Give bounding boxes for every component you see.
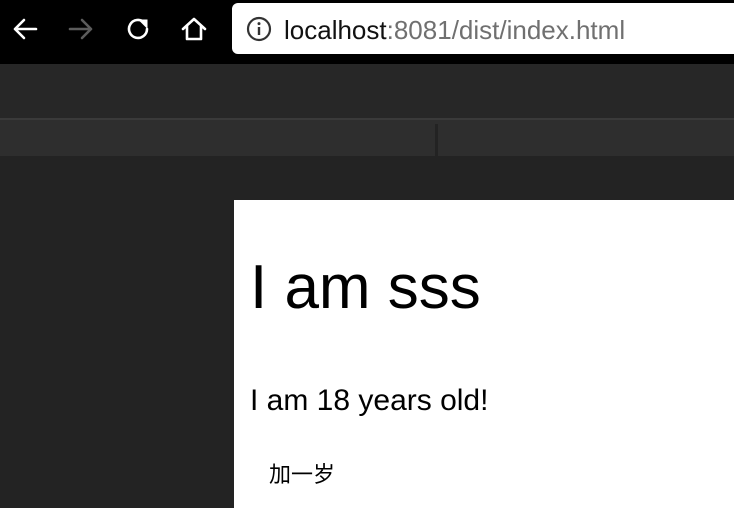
page-heading: I am sss [250,253,481,322]
url-path: :8081/dist/index.html [386,15,626,45]
devtools-tabs-bar [0,120,734,156]
age-text: I am 18 years old! [250,384,489,417]
devtools-tabs-divider [435,124,438,156]
forward-arrow-icon [68,18,93,40]
reload-icon [127,18,149,40]
page-viewport: I am sss I am 18 years old! 加一岁 [234,200,734,508]
reload-button[interactable] [123,12,153,46]
url-host: localhost [284,15,387,45]
home-icon [181,17,207,41]
devtools-header [0,64,734,118]
address-bar[interactable]: localhost:8081/dist/index.html [232,3,734,54]
add-age-button[interactable]: 加一岁 [250,456,354,496]
home-button[interactable] [179,12,209,46]
browser-toolbar: localhost:8081/dist/index.html [0,0,734,64]
back-button[interactable] [10,12,40,46]
forward-button[interactable] [66,12,96,46]
url-text[interactable]: localhost:8081/dist/index.html [284,15,625,45]
back-arrow-icon [13,18,38,40]
info-icon[interactable] [246,16,272,42]
